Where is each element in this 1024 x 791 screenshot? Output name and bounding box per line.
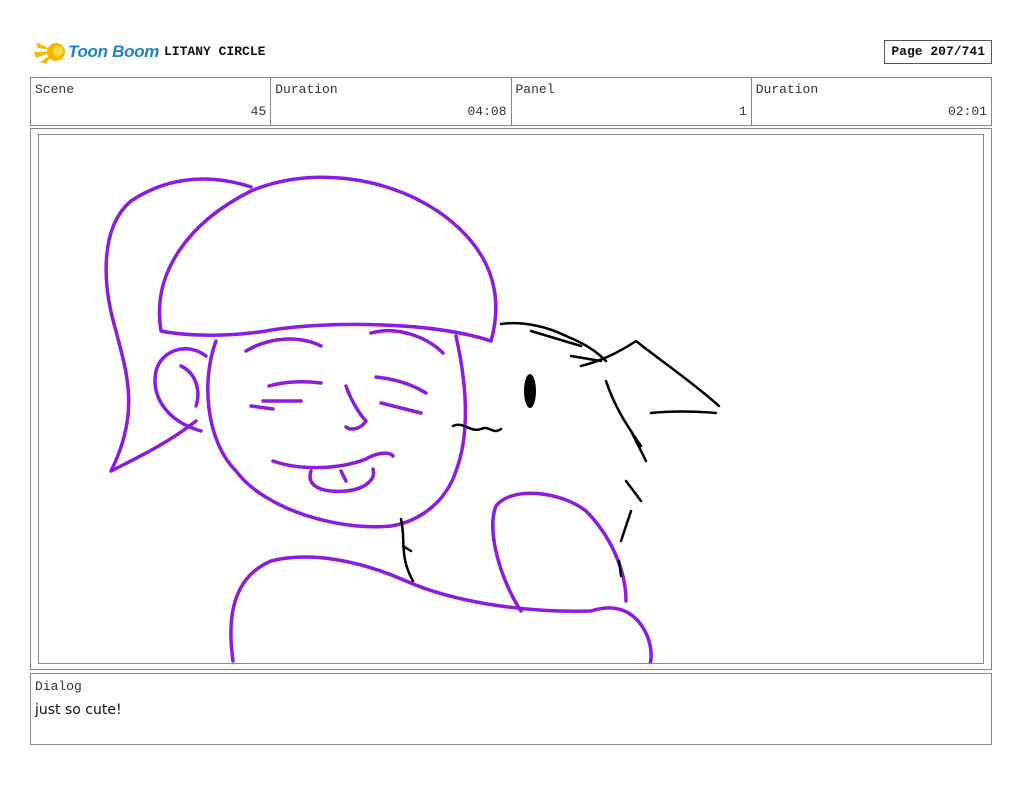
cat-sketch bbox=[399, 321, 721, 583]
toon-boom-logo: Toon Boom bbox=[32, 36, 160, 68]
toon-boom-burst-icon bbox=[34, 42, 65, 64]
scene-duration-label: Duration bbox=[275, 82, 338, 97]
panel-cell: Panel 1 bbox=[512, 78, 752, 125]
project-title: LITANY CIRCLE bbox=[164, 44, 266, 59]
dialog-label: Dialog bbox=[35, 679, 82, 694]
panel-duration-label: Duration bbox=[755, 82, 819, 97]
girl-sketch bbox=[104, 175, 653, 663]
scene-value: 45 bbox=[250, 104, 267, 119]
panel-value: 1 bbox=[738, 104, 747, 119]
panel-frame bbox=[30, 128, 992, 670]
panel-duration-value: 02:01 bbox=[947, 104, 987, 119]
storyboard-sketch bbox=[104, 175, 721, 663]
page-indicator: Page 207/741 bbox=[884, 40, 992, 64]
shot-info-row: Scene 45 Duration 04:08 Panel 1 Duration… bbox=[30, 77, 992, 126]
panel-drawing-area bbox=[38, 134, 984, 664]
panel-label: Panel bbox=[515, 82, 555, 97]
panel-duration-cell: Duration 02:01 bbox=[752, 78, 991, 125]
dialog-box: Dialog just so cute! bbox=[30, 673, 992, 745]
scene-duration-value: 04:08 bbox=[467, 104, 507, 119]
dialog-text: just so cute! bbox=[35, 702, 122, 718]
scene-label: Scene bbox=[35, 82, 75, 97]
cat-eye bbox=[524, 374, 536, 408]
logo-wordmark: Toon Boom bbox=[68, 42, 160, 61]
scene-duration-cell: Duration 04:08 bbox=[271, 78, 512, 125]
storyboard-header: Toon Boom LITANY CIRCLE Page 207/741 bbox=[30, 34, 992, 70]
scene-cell: Scene 45 bbox=[31, 78, 272, 125]
